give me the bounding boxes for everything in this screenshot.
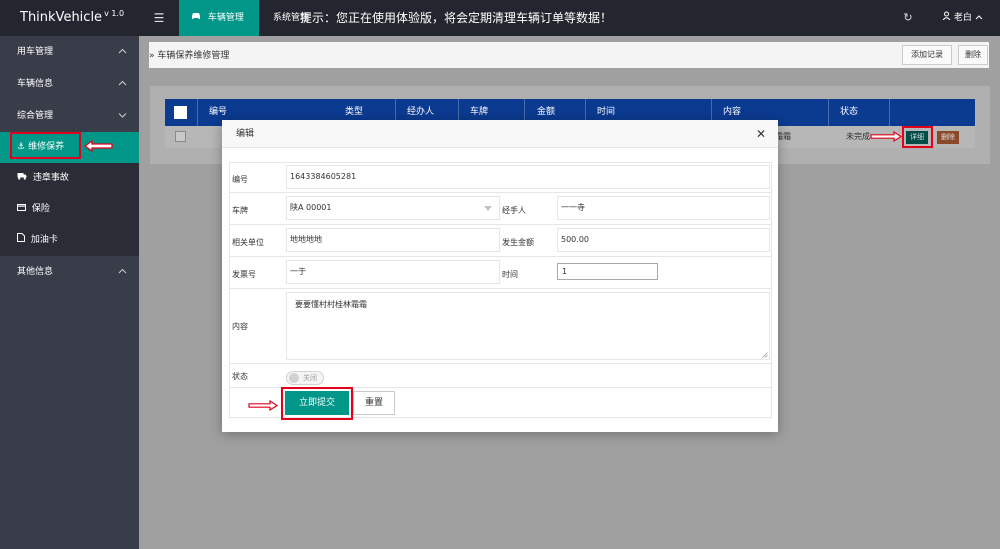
row-checkbox[interactable] — [175, 131, 186, 142]
top-navbar: ThinkVehicle v 1.0 ☰ 车辆管理 系统管理 提示：您正在使用体验… — [0, 0, 1000, 36]
resize-handle-icon[interactable] — [762, 352, 768, 358]
content-label: 内容 — [232, 322, 248, 331]
sidebar-item-fuel-card[interactable]: 加油卡 — [0, 225, 139, 256]
modal-title: 编辑 — [236, 129, 255, 139]
sidebar-item-insurance[interactable]: 保险 — [0, 194, 139, 225]
menu-toggle-icon[interactable]: ☰ — [139, 0, 179, 36]
modal-header: 编辑 ✕ — [222, 120, 778, 148]
breadcrumb-bar — [149, 42, 989, 68]
time-label: 时间 — [502, 270, 518, 279]
chevron-up-icon — [118, 36, 127, 68]
sidebar-item-label: 加油卡 — [30, 235, 58, 245]
top-tab-vehicle-management[interactable]: 车辆管理 — [179, 0, 259, 36]
user-menu[interactable]: 老白 — [942, 0, 983, 36]
top-tab-label: 车辆管理 — [207, 13, 244, 23]
sidebar-group-label: 车辆信息 — [17, 79, 54, 89]
amount-field[interactable]: 500.00 — [557, 228, 770, 252]
row-status: 未完成 — [846, 132, 870, 141]
notice-text: 提示：您正在使用体验版，将会定期清理车辆订单等数据！ — [300, 11, 613, 25]
switch-text: 关闭 — [303, 374, 317, 382]
sidebar-group-vehicle-use[interactable]: 用车管理 — [0, 36, 139, 68]
unit-label: 相关单位 — [232, 238, 264, 247]
file-icon — [17, 233, 28, 245]
col-status: 状态 — [840, 107, 859, 117]
amount-label: 发生金额 — [502, 238, 534, 247]
invoice-label: 发票号 — [232, 270, 256, 279]
highlight-box-detail — [902, 126, 933, 148]
time-field[interactable]: 1 — [557, 263, 658, 280]
handler-field[interactable]: 一一寺 — [557, 196, 770, 220]
sidebar-group-label: 其他信息 — [17, 267, 54, 277]
card-icon — [17, 204, 29, 214]
sidebar-item-violation[interactable]: 违章事故 — [0, 163, 139, 194]
add-record-button[interactable]: 添加记录 — [902, 45, 952, 65]
invoice-field[interactable]: 一于 — [286, 260, 500, 284]
reset-button[interactable]: 重置 — [353, 391, 395, 415]
sidebar-item-label: 违章事故 — [32, 173, 69, 183]
breadcrumb: » 车辆保养维修管理 — [149, 51, 230, 61]
content-textarea[interactable]: 要要懂村村桂林霜霜 — [286, 292, 770, 360]
arrow-right-icon — [870, 131, 902, 142]
switch-knob — [289, 373, 299, 383]
chevron-down-icon — [118, 100, 127, 132]
chevron-up-icon — [118, 68, 127, 100]
sidebar-group-comprehensive[interactable]: 综合管理 — [0, 100, 139, 132]
plate-select[interactable]: 陕A 00001 — [286, 196, 500, 220]
truck-icon — [17, 173, 30, 183]
arrow-right-icon — [248, 400, 278, 411]
sidebar-group-vehicle-info[interactable]: 车辆信息 — [0, 68, 139, 100]
select-all-checkbox[interactable] — [174, 106, 187, 119]
id-label: 编号 — [232, 175, 248, 184]
sidebar-group-label: 用车管理 — [17, 47, 54, 57]
chevron-down-icon — [484, 206, 492, 211]
sidebar-group-other[interactable]: 其他信息 — [0, 256, 139, 288]
status-label: 状态 — [232, 372, 248, 381]
sidebar: 用车管理 车辆信息 综合管理 ⚓ 维修保养 违章事故 保险 加油卡 其他信息 — [0, 36, 139, 549]
unit-field[interactable]: 地地地地 — [286, 228, 500, 252]
breadcrumb-text: 车辆保养维修管理 — [157, 51, 230, 61]
edit-modal: 编辑 ✕ 编号 1643384605281 车牌 陕A 00001 经手人 一一… — [222, 120, 778, 432]
edit-form: 编号 1643384605281 车牌 陕A 00001 经手人 一一寺 相关单… — [229, 162, 772, 418]
id-field[interactable]: 1643384605281 — [286, 165, 770, 189]
user-icon — [942, 11, 954, 23]
highlight-box-sidebar — [10, 132, 81, 159]
status-switch[interactable]: 关闭 — [286, 371, 324, 385]
app-version: v 1.0 — [104, 9, 125, 18]
plate-label: 车牌 — [232, 206, 248, 215]
chevron-up-icon — [118, 256, 127, 288]
delete-button[interactable]: 删除 — [958, 45, 988, 65]
handler-label: 经手人 — [502, 206, 526, 215]
car-icon — [191, 13, 204, 23]
app-title: ThinkVehicle — [20, 10, 103, 25]
close-icon[interactable]: ✕ — [756, 120, 766, 148]
row-delete-button[interactable]: 删除 — [937, 131, 959, 144]
arrow-left-icon — [84, 140, 113, 152]
user-name: 老白 — [953, 13, 972, 23]
sidebar-item-label: 保险 — [31, 204, 50, 214]
chevron-up-icon — [975, 13, 983, 23]
refresh-icon[interactable]: ↻ — [898, 0, 918, 36]
sidebar-group-label: 综合管理 — [17, 111, 54, 121]
highlight-box-submit — [281, 387, 353, 420]
app-logo[interactable]: ThinkVehicle v 1.0 — [0, 0, 139, 36]
